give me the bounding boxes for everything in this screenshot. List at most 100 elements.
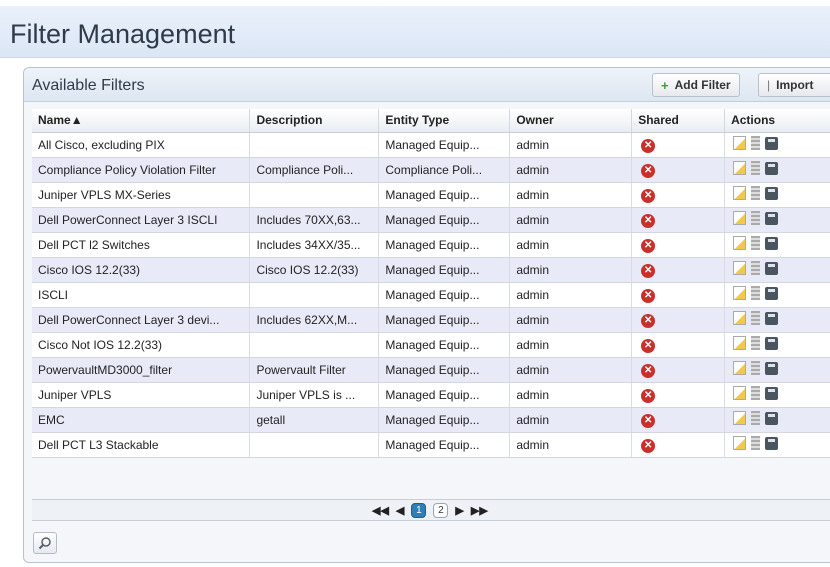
edit-icon[interactable] [733,136,747,150]
edit-icon[interactable] [733,236,747,250]
table-row[interactable]: Dell PCT l2 Switches Includes 34XX/35... M… [32,232,830,258]
previous-page-icon[interactable]: ◀ [396,504,404,517]
cell-name: EMC [32,407,251,433]
column-header-owner[interactable]: Owner [509,109,633,133]
delete-icon[interactable] [751,161,761,175]
edit-icon[interactable] [733,286,747,300]
delete-icon[interactable] [751,311,761,325]
table-row[interactable]: Cisco IOS 12.2(33) Cisco IOS 12.2(33) Mana… [32,257,830,283]
save-icon[interactable] [765,411,779,425]
edit-icon[interactable] [733,311,747,325]
table-row[interactable]: Juniper VPLS Juniper VPLS is ... Managed E… [32,382,830,408]
cell-entity-type: Managed Equip... [378,307,511,333]
edit-icon[interactable] [733,411,747,425]
cell-actions [724,282,830,308]
table-row[interactable]: ISCLI Managed Equip... admin ✕ [32,282,830,308]
page-header: Filter Management [0,6,830,58]
delete-icon[interactable] [751,361,761,375]
cell-shared: ✕ [631,232,726,258]
red-x-icon: ✕ [641,188,656,203]
delete-icon[interactable] [751,411,761,425]
column-header-shared[interactable]: Shared [631,109,726,133]
cell-entity-type: Managed Equip... [378,257,511,283]
column-header-description[interactable]: Description [249,109,380,133]
pagination-bar: ◀◀ ◀ 1 2 ▶ ▶▶ [32,499,830,521]
save-icon[interactable] [765,336,779,350]
edit-icon[interactable] [733,336,747,350]
table-row[interactable]: Dell PowerConnect Layer 3 ISCLI Includes … [32,207,830,233]
import-button[interactable]: | Import [758,73,830,97]
cell-name: Dell PowerConnect Layer 3 ISCLI [32,207,251,233]
cell-owner: admin [509,132,633,158]
delete-icon[interactable] [751,336,761,350]
delete-icon[interactable] [751,436,761,450]
cell-entity-type: Managed Equip... [378,132,511,158]
cell-actions [724,257,830,283]
save-icon[interactable] [765,436,779,450]
table-row[interactable]: All Cisco, excluding PIX Managed Equip...… [32,132,830,158]
save-icon[interactable] [765,211,779,225]
save-icon[interactable] [765,236,779,250]
first-page-icon[interactable]: ◀◀ [372,504,389,517]
cell-owner: admin [509,357,633,383]
column-header-name[interactable]: Name▲ [32,109,251,133]
cell-name: Dell PCT L3 Stackable [32,432,251,458]
edit-icon[interactable] [733,361,747,375]
cell-shared: ✕ [631,357,726,383]
delete-icon[interactable] [751,286,761,300]
next-page-icon[interactable]: ▶ [455,504,463,517]
cell-name: Juniper VPLS MX-Series [32,182,251,208]
table-row[interactable]: EMC getall Managed Equip... admin ✕ [32,407,830,433]
edit-icon[interactable] [733,161,747,175]
cell-name: Compliance Policy Violation Filter [32,157,251,183]
cell-shared: ✕ [631,332,726,358]
column-header-entity-type[interactable]: Entity Type [378,109,511,133]
save-icon[interactable] [765,136,779,150]
save-icon[interactable] [765,361,779,375]
save-icon[interactable] [765,386,779,400]
delete-icon[interactable] [751,236,761,250]
save-icon[interactable] [765,261,779,275]
table-row[interactable]: Juniper VPLS MX-Series Managed Equip... ad… [32,182,830,208]
edit-icon[interactable] [733,386,747,400]
red-x-icon: ✕ [641,438,656,453]
edit-icon[interactable] [733,211,747,225]
page-1-button[interactable]: 1 [411,503,427,518]
add-filter-button[interactable]: + Add Filter [652,73,740,97]
cell-shared: ✕ [631,257,726,283]
red-x-icon: ✕ [641,238,656,253]
edit-icon[interactable] [733,261,747,275]
table-row[interactable]: Compliance Policy Violation Filter Compli… [32,157,830,183]
table-row[interactable]: Dell PCT L3 Stackable Managed Equip... adm… [32,432,830,458]
page-title: Filter Management [10,19,236,49]
table-row[interactable]: Cisco Not IOS 12.2(33) Managed Equip... ad… [32,332,830,358]
page-2-button[interactable]: 2 [433,503,449,518]
delete-icon[interactable] [751,386,761,400]
cell-entity-type: Managed Equip... [378,432,511,458]
cell-entity-type: Managed Equip... [378,282,511,308]
search-icon [38,537,51,550]
delete-icon[interactable] [751,186,761,200]
cell-shared: ✕ [631,432,726,458]
search-button[interactable] [33,532,57,554]
last-page-icon[interactable]: ▶▶ [471,504,488,517]
cell-actions [724,407,830,433]
sort-ascending-icon: ▲ [70,113,83,128]
cell-entity-type: Managed Equip... [378,182,511,208]
delete-icon[interactable] [751,261,761,275]
delete-icon[interactable] [751,136,761,150]
cell-entity-type: Compliance Poli... [378,157,511,183]
edit-icon[interactable] [733,186,747,200]
save-icon[interactable] [765,186,779,200]
save-icon[interactable] [765,286,779,300]
table-header-row: Name▲ Description Entity Type Owner Shar… [32,109,830,133]
edit-icon[interactable] [733,436,747,450]
save-icon[interactable] [765,161,779,175]
cell-description: Includes 62XX,M... [249,307,380,333]
cell-actions [724,182,830,208]
save-icon[interactable] [765,311,779,325]
table-row[interactable]: Dell PowerConnect Layer 3 devi... Include… [32,307,830,333]
delete-icon[interactable] [751,211,761,225]
table-row[interactable]: PowervaultMD3000_filter Powervault Filter… [32,357,830,383]
plus-icon: + [661,77,669,93]
